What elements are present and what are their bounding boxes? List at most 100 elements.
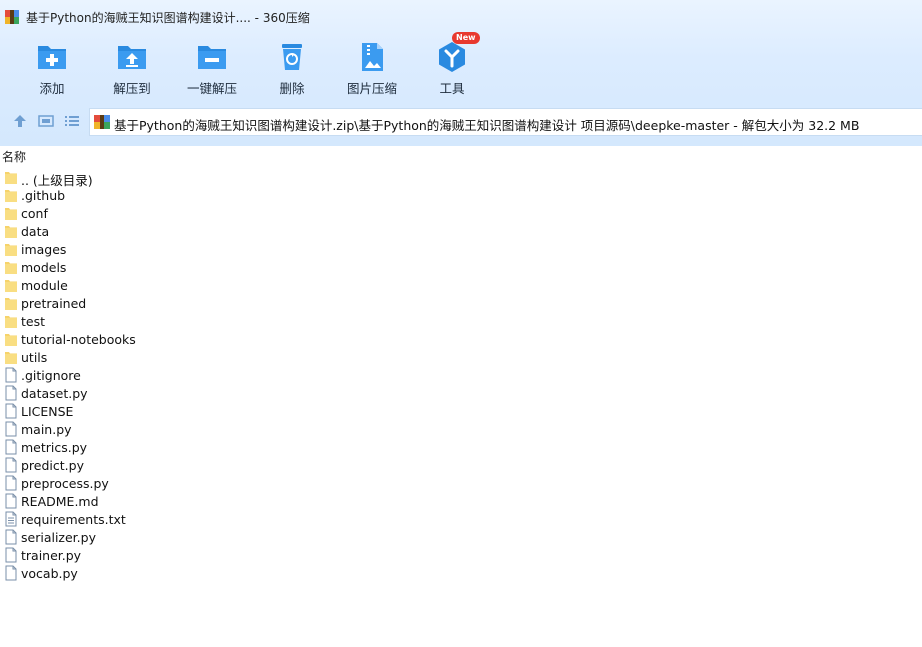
- folder-row[interactable]: data: [0, 222, 400, 240]
- add-button[interactable]: 添加: [12, 36, 92, 98]
- file-name: .github: [21, 188, 66, 203]
- text-file-icon: [5, 511, 17, 527]
- folder-icon: [5, 190, 17, 202]
- file-row[interactable]: predict.py: [0, 456, 400, 474]
- folder-icon: [5, 208, 17, 220]
- file-row[interactable]: preprocess.py: [0, 474, 400, 492]
- file-icon: [5, 457, 17, 473]
- file-icon: [5, 403, 17, 419]
- up-arrow-icon[interactable]: [12, 113, 28, 129]
- file-name: conf: [21, 206, 48, 221]
- title-bar: 基于Python的海贼王知识图谱构建设计.... - 360压缩: [0, 0, 922, 32]
- file-name: requirements.txt: [21, 512, 126, 527]
- file-icon: [5, 439, 17, 455]
- file-name: predict.py: [21, 458, 84, 473]
- one-click-extract-button[interactable]: 一键解压: [172, 36, 252, 98]
- new-badge: New: [452, 32, 480, 44]
- folder-icon: [5, 298, 17, 310]
- thumbnail-view-icon[interactable]: [38, 113, 54, 129]
- one-click-extract-icon: [198, 46, 226, 69]
- add-label: 添加: [39, 81, 65, 96]
- file-name: preprocess.py: [21, 476, 109, 491]
- file-name: .gitignore: [21, 368, 81, 383]
- file-name: trainer.py: [21, 548, 82, 563]
- file-icon: [5, 547, 17, 563]
- file-row[interactable]: trainer.py: [0, 546, 400, 564]
- file-row[interactable]: serializer.py: [0, 528, 400, 546]
- folder-icon: [5, 172, 17, 184]
- image-compress-icon: [362, 43, 383, 71]
- file-icon: [5, 385, 17, 401]
- file-icon: [5, 529, 17, 545]
- extract-to-icon: [118, 46, 146, 69]
- folder-row[interactable]: tutorial-notebooks: [0, 330, 400, 348]
- folder-icon: [5, 262, 17, 274]
- app-window: 基于Python的海贼王知识图谱构建设计.... - 360压缩 添加 解压到 …: [0, 0, 922, 647]
- file-name: vocab.py: [21, 566, 78, 581]
- folder-row[interactable]: module: [0, 276, 400, 294]
- folder-row[interactable]: utils: [0, 348, 400, 366]
- file-icon: [5, 493, 17, 509]
- file-name: pretrained: [21, 296, 87, 311]
- file-name: tutorial-notebooks: [21, 332, 136, 347]
- image-compress-button[interactable]: 图片压缩: [332, 36, 412, 98]
- navigation-row: 基于Python的海贼王知识图谱构建设计.zip\基于Python的海贼王知识图…: [0, 108, 922, 136]
- file-name: main.py: [21, 422, 72, 437]
- file-row[interactable]: LICENSE: [0, 402, 400, 420]
- file-name: data: [21, 224, 50, 239]
- folder-row[interactable]: test: [0, 312, 400, 330]
- file-row[interactable]: dataset.py: [0, 384, 400, 402]
- file-name: serializer.py: [21, 530, 96, 545]
- top-panel: 基于Python的海贼王知识图谱构建设计.... - 360压缩 添加 解压到 …: [0, 0, 922, 146]
- file-name: models: [21, 260, 67, 275]
- file-icon: [5, 421, 17, 437]
- folder-row[interactable]: images: [0, 240, 400, 258]
- file-name: test: [21, 314, 46, 329]
- folder-row[interactable]: .github: [0, 186, 400, 204]
- tools-button[interactable]: New 工具: [412, 32, 492, 98]
- one-click-extract-label: 一键解压: [186, 81, 237, 96]
- app-logo-icon: [5, 10, 19, 24]
- delete-icon: [282, 44, 302, 70]
- file-name: utils: [21, 350, 48, 365]
- file-icon: [5, 475, 17, 491]
- file-row[interactable]: README.md: [0, 492, 400, 510]
- zip-archive-icon: [94, 115, 110, 129]
- file-name: LICENSE: [21, 404, 74, 419]
- file-icon: [5, 565, 17, 581]
- file-name: images: [21, 242, 67, 257]
- folder-icon: [5, 316, 17, 328]
- image-compress-label: 图片压缩: [346, 81, 397, 96]
- delete-label: 删除: [279, 81, 305, 96]
- file-name: module: [21, 278, 68, 293]
- address-bar[interactable]: 基于Python的海贼王知识图谱构建设计.zip\基于Python的海贼王知识图…: [89, 108, 922, 136]
- file-row[interactable]: main.py: [0, 420, 400, 438]
- folder-icon: [5, 226, 17, 238]
- folder-row[interactable]: models: [0, 258, 400, 276]
- window-title: 基于Python的海贼王知识图谱构建设计.... - 360压缩: [26, 11, 310, 25]
- folder-icon: [5, 244, 17, 256]
- file-row[interactable]: metrics.py: [0, 438, 400, 456]
- folder-row[interactable]: .. (上级目录): [0, 168, 400, 188]
- file-icon: [5, 367, 17, 383]
- folder-icon: [5, 334, 17, 346]
- column-header-name[interactable]: 名称: [2, 148, 26, 165]
- tools-label: 工具: [439, 81, 465, 96]
- folder-row[interactable]: conf: [0, 204, 400, 222]
- file-row[interactable]: vocab.py: [0, 564, 400, 582]
- folder-row[interactable]: pretrained: [0, 294, 400, 312]
- list-header: 名称: [0, 146, 922, 164]
- tools-icon: [439, 42, 465, 72]
- address-path: 基于Python的海贼王知识图谱构建设计.zip\基于Python的海贼王知识图…: [114, 118, 860, 133]
- file-row[interactable]: requirements.txt: [0, 510, 400, 528]
- file-name: README.md: [21, 494, 99, 509]
- file-name: metrics.py: [21, 440, 88, 455]
- list-view-icon[interactable]: [64, 113, 80, 129]
- extract-to-label: 解压到: [113, 81, 151, 96]
- extract-to-button[interactable]: 解压到: [92, 36, 172, 98]
- delete-button[interactable]: 删除: [252, 36, 332, 98]
- add-icon: [38, 46, 66, 69]
- file-row[interactable]: .gitignore: [0, 366, 400, 384]
- folder-icon: [5, 352, 17, 364]
- folder-icon: [5, 280, 17, 292]
